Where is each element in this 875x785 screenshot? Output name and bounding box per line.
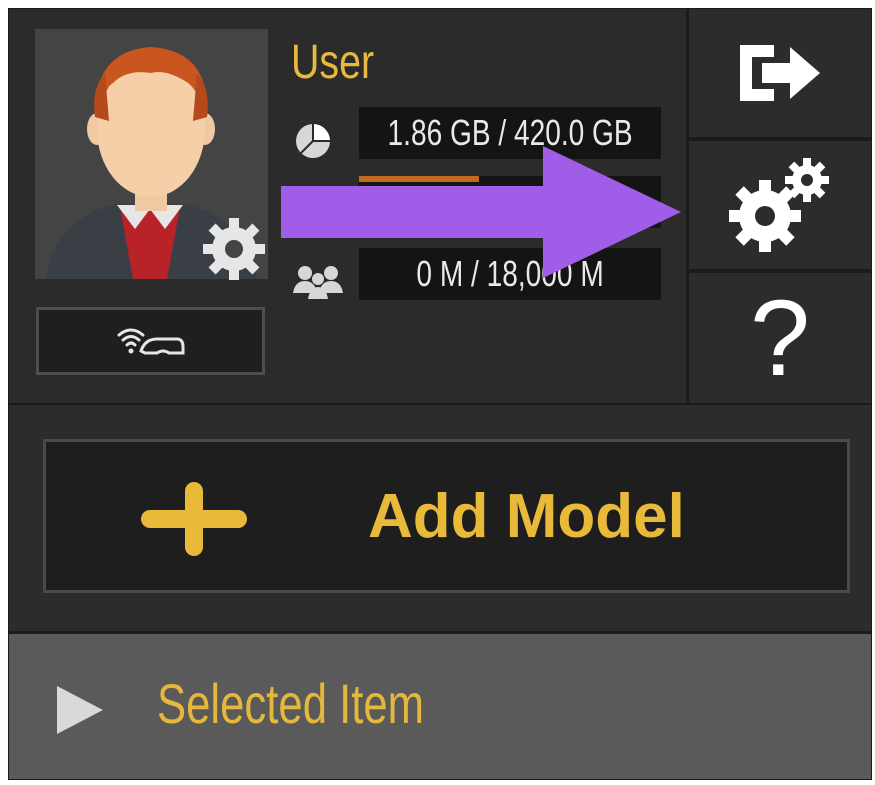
side-actions: ?: [686, 9, 871, 403]
username: User: [291, 36, 375, 89]
expand-triangle-icon[interactable]: [55, 684, 105, 736]
help-button[interactable]: ?: [689, 273, 871, 403]
members-usage-text: 0 M / 18,000 M: [416, 253, 604, 294]
selected-item-row[interactable]: Selected Item: [9, 631, 871, 779]
storage-pie-icon: [296, 124, 330, 158]
members-usage: 0 M / 18,000 M: [359, 248, 661, 300]
user-panel: User 1.86 GB / 420.0 GB 0 M / 18,000 M ?…: [8, 8, 872, 780]
users-group-icon: [293, 266, 343, 299]
settings-button[interactable]: [689, 141, 871, 269]
wifi-headset-icon: [117, 328, 184, 355]
help-icon: ?: [749, 277, 811, 398]
plus-icon: [141, 482, 247, 556]
logout-button[interactable]: [689, 9, 871, 137]
add-model-button[interactable]: Add Model: [43, 439, 850, 593]
logout-icon: [740, 45, 820, 101]
user-header: User 1.86 GB / 420.0 GB 0 M / 18,000 M ?: [9, 9, 871, 405]
storage-usage: 1.86 GB / 420.0 GB: [359, 107, 661, 159]
selected-item-label: Selected Item: [157, 672, 425, 735]
wifi-connect-button[interactable]: [36, 307, 265, 375]
add-model-label: Add Model: [368, 481, 685, 551]
second-usage-progress: [359, 176, 479, 182]
second-usage: [359, 176, 661, 228]
storage-usage-text: 1.86 GB / 420.0 GB: [387, 112, 633, 153]
settings-gears-icon: [729, 158, 829, 252]
avatar-settings-gear-icon[interactable]: [199, 214, 269, 284]
